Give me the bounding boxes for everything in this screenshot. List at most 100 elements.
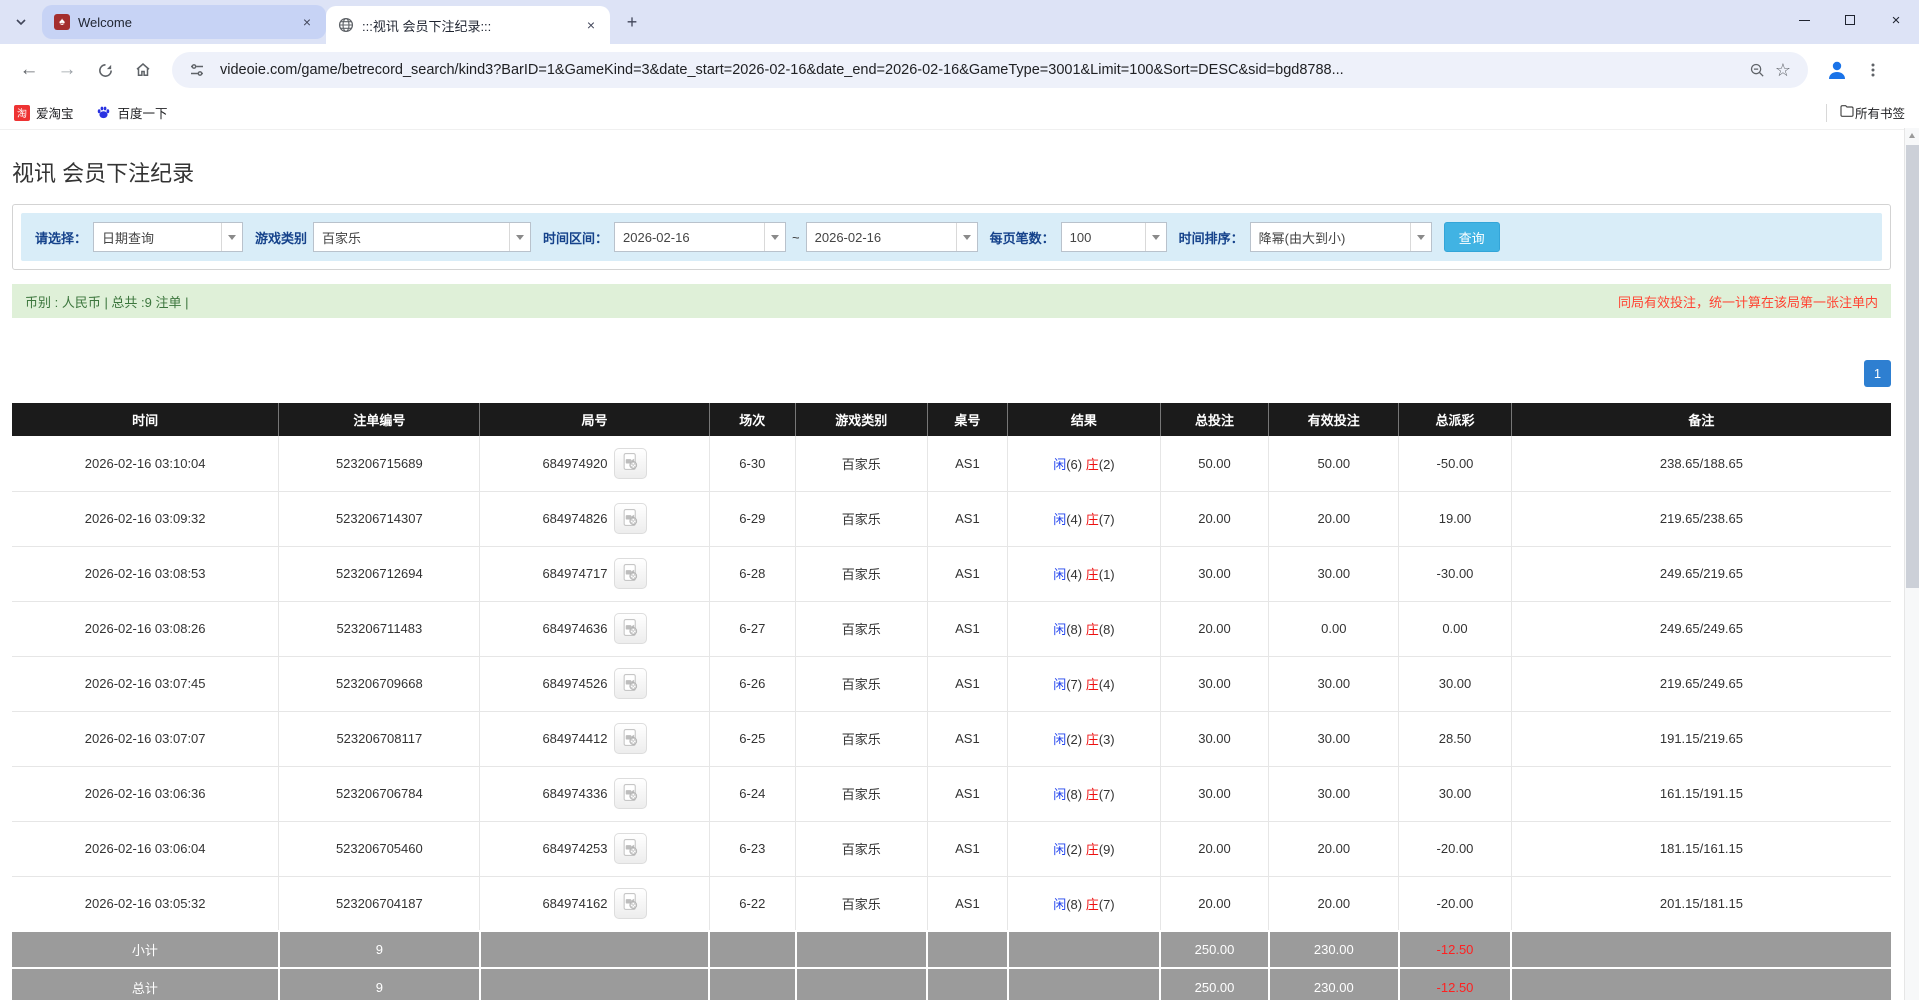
query-button[interactable]: 查询: [1444, 222, 1500, 252]
cell-game-kind: 百家乐: [796, 601, 928, 656]
cell-session: 6-25: [709, 711, 795, 766]
video-replay-button[interactable]: [614, 613, 647, 644]
window-close-button[interactable]: ×: [1873, 0, 1919, 40]
profile-avatar-icon[interactable]: [1824, 57, 1850, 83]
cell-game-kind: 百家乐: [796, 876, 928, 931]
page-scrollbar[interactable]: [1904, 128, 1919, 1000]
dropdown-trigger-icon[interactable]: [764, 223, 785, 251]
cell-round-id: 684974920: [480, 436, 709, 491]
header-session: 场次: [709, 403, 795, 436]
table-row: 2026-02-16 03:05:32523206704187684974162…: [12, 876, 1891, 931]
tab-search-button[interactable]: [6, 7, 36, 37]
summary-session: [709, 931, 795, 968]
window-minimize-button[interactable]: [1781, 0, 1827, 40]
video-replay-button[interactable]: [614, 778, 647, 809]
bookmark-aitaobao[interactable]: 淘 爱淘宝: [14, 103, 74, 122]
cell-round-id: 684974826: [480, 491, 709, 546]
video-replay-button[interactable]: [614, 833, 647, 864]
dropdown-trigger-icon[interactable]: [1410, 223, 1431, 251]
browser-menu-icon[interactable]: [1860, 57, 1886, 83]
table-row: 2026-02-16 03:10:04523206715689684974920…: [12, 436, 1891, 491]
cell-payout: -50.00: [1399, 436, 1512, 491]
cell-game-kind: 百家乐: [796, 821, 928, 876]
round-id-text: 684974920: [542, 456, 607, 471]
scrollbar-up-arrow-icon[interactable]: [1905, 128, 1919, 143]
cell-result: 闲(6) 庄(2): [1008, 436, 1160, 491]
summary-game: [796, 931, 928, 968]
back-button[interactable]: ←: [12, 53, 46, 87]
cell-payout: 0.00: [1399, 601, 1512, 656]
cell-game-kind: 百家乐: [796, 546, 928, 601]
scrollbar-thumb[interactable]: [1906, 145, 1919, 588]
cell-payout: 30.00: [1399, 656, 1512, 711]
tab-bar: ♠ Welcome × :::视讯 会员下注纪录::: × + ×: [0, 0, 1919, 44]
result-player: 闲: [1053, 842, 1066, 857]
table-body: 2026-02-16 03:10:04523206715689684974920…: [12, 436, 1891, 931]
tab-close-icon[interactable]: ×: [298, 13, 316, 31]
select-label: 请选择：: [35, 228, 87, 247]
cell-total-bet: 30.00: [1160, 656, 1269, 711]
dropdown-trigger-icon[interactable]: [221, 223, 242, 251]
all-bookmarks[interactable]: 所有书签: [1826, 103, 1905, 122]
cell-result: 闲(7) 庄(4): [1008, 656, 1160, 711]
header-round-id: 局号: [480, 403, 709, 436]
date-start-select[interactable]: 2026-02-16: [614, 222, 786, 252]
window-maximize-button[interactable]: [1827, 0, 1873, 40]
sort-select[interactable]: 降幂(由大到小): [1250, 222, 1432, 252]
cell-total-bet: 50.00: [1160, 436, 1269, 491]
dropdown-trigger-icon[interactable]: [1145, 223, 1166, 251]
dropdown-trigger-icon[interactable]: [956, 223, 977, 251]
cell-session: 6-26: [709, 656, 795, 711]
query-type-select[interactable]: 日期查询: [93, 222, 243, 252]
summary-table: [927, 968, 1008, 1000]
video-replay-button[interactable]: [614, 558, 647, 589]
bookmark-star-icon[interactable]: ☆: [1770, 57, 1796, 83]
bookmark-baidu[interactable]: 百度一下: [96, 103, 168, 122]
video-replay-button[interactable]: [614, 448, 647, 479]
cell-game-kind: 百家乐: [796, 436, 928, 491]
cell-round-id: 684974253: [480, 821, 709, 876]
bookmarks-bar: 淘 爱淘宝 百度一下 所有书签: [0, 96, 1919, 130]
film-icon: [621, 618, 640, 640]
video-replay-button[interactable]: [614, 723, 647, 754]
cell-total-bet: 30.00: [1160, 766, 1269, 821]
tab-close-icon[interactable]: ×: [582, 16, 600, 34]
tab-welcome[interactable]: ♠ Welcome ×: [42, 5, 326, 39]
new-tab-button[interactable]: +: [618, 8, 646, 36]
game-kind-select[interactable]: 百家乐: [313, 222, 531, 252]
video-replay-button[interactable]: [614, 503, 647, 534]
cell-result: 闲(2) 庄(9): [1008, 821, 1160, 876]
cell-valid-bet: 30.00: [1269, 711, 1399, 766]
cell-game-kind: 百家乐: [796, 491, 928, 546]
cell-payout: 19.00: [1399, 491, 1512, 546]
tab-bet-records[interactable]: :::视讯 会员下注纪录::: ×: [326, 6, 610, 44]
cell-table-no: AS1: [927, 876, 1008, 931]
reload-button[interactable]: [88, 53, 122, 87]
date-end-select[interactable]: 2026-02-16: [806, 222, 978, 252]
cell-valid-bet: 30.00: [1269, 656, 1399, 711]
cell-time: 2026-02-16 03:05:32: [12, 876, 279, 931]
video-replay-button[interactable]: [614, 668, 647, 699]
cell-total-bet: 20.00: [1160, 601, 1269, 656]
site-settings-icon[interactable]: [184, 57, 210, 83]
cell-time: 2026-02-16 03:08:26: [12, 601, 279, 656]
cell-time: 2026-02-16 03:08:53: [12, 546, 279, 601]
cell-time: 2026-02-16 03:07:07: [12, 711, 279, 766]
forward-button[interactable]: →: [50, 53, 84, 87]
film-icon: [621, 838, 640, 860]
zoom-out-icon[interactable]: [1744, 57, 1770, 83]
cell-session: 6-29: [709, 491, 795, 546]
video-replay-button[interactable]: [614, 888, 647, 919]
address-bar[interactable]: videoie.com/game/betrecord_search/kind3?…: [172, 52, 1808, 88]
page-size-select[interactable]: 100: [1061, 222, 1167, 252]
cell-bet-id: 523206706784: [279, 766, 480, 821]
cell-session: 6-23: [709, 821, 795, 876]
summary-payout: -12.50: [1399, 931, 1512, 968]
cell-game-kind: 百家乐: [796, 766, 928, 821]
cell-session: 6-28: [709, 546, 795, 601]
cell-table-no: AS1: [927, 711, 1008, 766]
home-button[interactable]: [126, 53, 160, 87]
page-1-button[interactable]: 1: [1864, 360, 1891, 387]
dropdown-trigger-icon[interactable]: [509, 223, 530, 251]
summary-total-bet: 250.00: [1160, 931, 1269, 968]
